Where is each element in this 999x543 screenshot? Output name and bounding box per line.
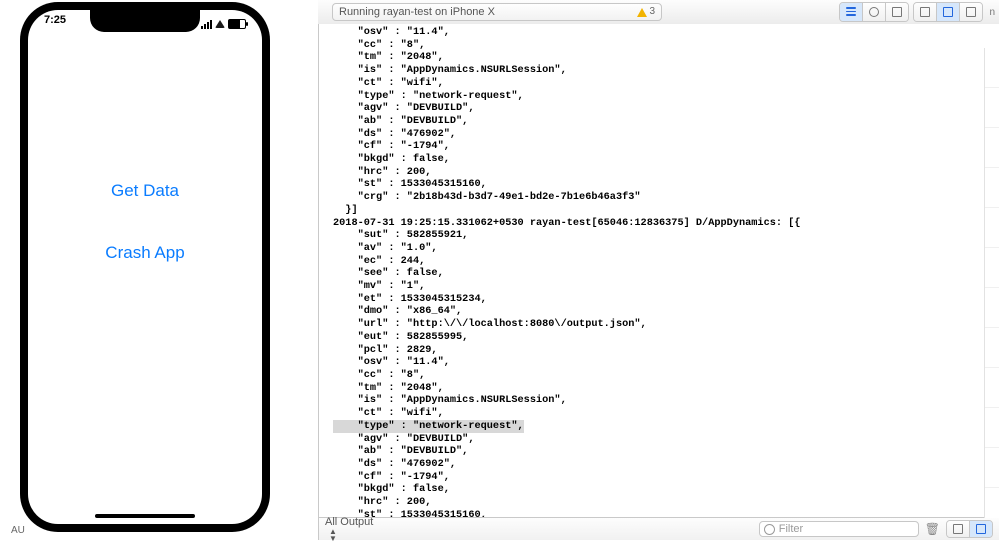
right-pane-icon (976, 524, 986, 534)
toggle-debug-button[interactable] (936, 3, 959, 21)
filter-placeholder: Filter (779, 523, 803, 535)
app-content: Get Data Crash App (28, 10, 262, 524)
warning-count: 3 (649, 3, 655, 21)
signal-icon (201, 20, 212, 29)
console-pane-button[interactable] (969, 521, 992, 537)
version-editor-button[interactable] (885, 3, 908, 21)
status-icons (201, 14, 246, 34)
scrollbar[interactable] (984, 48, 999, 518)
variables-pane-button[interactable] (947, 521, 969, 537)
console-output[interactable]: "osv" : "11.4", "cc" : "8", "tm" : "2048… (319, 24, 999, 517)
console-text[interactable]: "osv" : "11.4", "cc" : "8", "tm" : "2048… (319, 24, 999, 517)
left-pane-icon (953, 524, 963, 534)
console-pre: "osv" : "11.4", "cc" : "8", "tm" : "2048… (333, 26, 800, 419)
toggle-inspector-button[interactable] (959, 3, 982, 21)
right-panel-icon (966, 7, 976, 17)
console-post: "agv" : "DEVBUILD", "ab" : "DEVBUILD", "… (333, 433, 999, 518)
toolbar: Running rayan-test on iPhone X 3 n (318, 0, 999, 25)
standard-editor-button[interactable] (840, 3, 862, 21)
simulator-window: 7:25 Get Data Crash App AU (6, 0, 311, 540)
toggle-navigator-button[interactable] (914, 3, 936, 21)
arrows-icon (892, 7, 902, 17)
ios-status-bar: 7:25 (28, 14, 262, 34)
iphone-x-frame: 7:25 Get Data Crash App (20, 2, 270, 532)
activity-status-text: Running rayan-test on iPhone X (339, 3, 637, 21)
clock-label: 7:25 (44, 14, 66, 34)
wifi-icon (215, 20, 225, 28)
get-data-button[interactable]: Get Data (105, 180, 185, 202)
rings-icon (869, 7, 879, 17)
bottom-panel-icon (943, 7, 953, 17)
crash-app-button[interactable]: Crash App (99, 242, 190, 264)
corner-label: AU (11, 525, 25, 536)
battery-icon (228, 19, 246, 29)
console-filter-field[interactable]: Filter (759, 521, 919, 537)
activity-status: Running rayan-test on iPhone X 3 (332, 3, 662, 21)
toolbar-tail-label: n (989, 7, 995, 18)
filter-icon (764, 524, 775, 535)
editor-mode-segment[interactable] (839, 2, 909, 22)
left-panel-icon (920, 7, 930, 17)
lines-icon (846, 7, 856, 17)
panel-toggle-segment[interactable] (913, 2, 983, 22)
console-pane-segment[interactable] (946, 520, 993, 538)
toolbar-right: n (839, 2, 999, 22)
output-scope-selector[interactable]: All Output ▲▼ (325, 516, 373, 542)
debug-area: "osv" : "11.4", "cc" : "8", "tm" : "2048… (318, 24, 999, 540)
warning-badge[interactable]: 3 (637, 3, 655, 21)
home-indicator[interactable] (95, 514, 195, 518)
console-highlight-line[interactable]: "type" : "network-request", (333, 420, 524, 433)
clear-console-button[interactable]: 🗑 (925, 522, 940, 536)
iphone-screen: 7:25 Get Data Crash App (28, 10, 262, 524)
assistant-editor-button[interactable] (862, 3, 885, 21)
warning-icon (637, 8, 647, 17)
console-footer: All Output ▲▼ Filter 🗑 (319, 517, 999, 540)
